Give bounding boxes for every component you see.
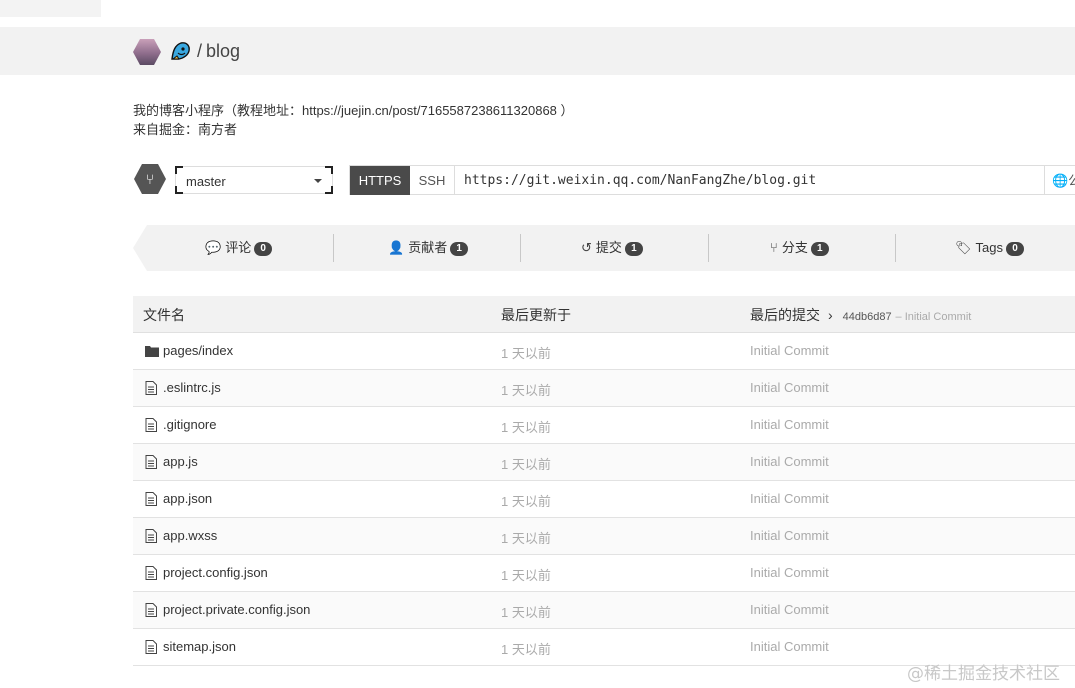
file-commit-message[interactable]: Initial Commit — [750, 343, 829, 358]
file-updated-time: 1 天以前 — [501, 531, 551, 546]
stat-contributors[interactable]: 👤 贡献者 1 — [388, 225, 469, 271]
folder-icon — [145, 346, 159, 357]
header-last-commit: 最后的提交 › 44db6d87 – Initial Commit — [750, 307, 972, 323]
file-commit-message[interactable]: Initial Commit — [750, 454, 829, 469]
branch-selected-value: master — [186, 174, 226, 189]
file-updated-time: 1 天以前 — [501, 605, 551, 620]
table-row[interactable]: .gitignore 1 天以前 Initial Commit — [133, 407, 1075, 444]
file-icon — [145, 381, 157, 395]
repo-stats-bar: 💬 评论 0 👤 贡献者 1 ↺ 提交 1 ⑂ 分支 1 🏷 Tags 0 — [133, 225, 1075, 271]
description-line-1: 我的博客小程序（教程地址：https://juejin.cn/post/7165… — [133, 103, 574, 118]
file-name-link[interactable]: sitemap.json — [163, 639, 236, 654]
tag-icon: 🏷 — [955, 240, 972, 255]
header-updated: 最后更新于 — [501, 307, 571, 323]
file-commit-message[interactable]: Initial Commit — [750, 491, 829, 506]
file-updated-time: 1 天以前 — [501, 420, 551, 435]
stat-comments[interactable]: 💬 评论 0 — [205, 225, 273, 271]
file-icon — [145, 455, 157, 469]
table-row[interactable]: app.json 1 天以前 Initial Commit — [133, 481, 1075, 518]
repo-header: / blog — [0, 27, 1075, 75]
file-updated-time: 1 天以前 — [501, 457, 551, 472]
table-row[interactable]: project.private.config.json 1 天以前 Initial … — [133, 592, 1075, 629]
user-icon: 👤 — [388, 240, 405, 255]
ssh-toggle-button[interactable]: SSH — [410, 166, 455, 195]
file-name-link[interactable]: pages/index — [163, 343, 233, 358]
file-updated-time: 1 天以前 — [501, 568, 551, 583]
count-badge: 1 — [810, 242, 829, 256]
visibility-indicator[interactable]: 🌐公 — [1044, 166, 1075, 195]
watermark: @稀土掘金技术社区 — [907, 664, 1060, 684]
table-row[interactable]: .eslintrc.js 1 天以前 Initial Commit — [133, 370, 1075, 407]
file-name-link[interactable]: app.wxss — [163, 528, 217, 543]
clone-url-bar: HTTPS SSH https://git.weixin.qq.com/NanF… — [349, 165, 1075, 195]
https-toggle-button[interactable]: HTTPS — [350, 166, 410, 195]
description-line-2: 来自掘金：南方者 — [133, 122, 238, 137]
table-row[interactable]: project.config.json 1 天以前 Initial Commit — [133, 555, 1075, 592]
file-commit-message[interactable]: Initial Commit — [750, 602, 829, 617]
count-badge: 0 — [254, 242, 273, 256]
file-name-link[interactable]: project.private.config.json — [163, 602, 310, 617]
mascot-icon[interactable] — [170, 41, 192, 61]
history-icon: ↺ — [581, 240, 592, 255]
file-icon — [145, 492, 157, 506]
count-badge: 1 — [624, 242, 643, 256]
branch-icon: ⑂ — [134, 164, 166, 194]
chevron-down-icon — [314, 179, 322, 183]
branch-icon: ⑂ — [770, 240, 778, 255]
count-badge: 0 — [1005, 242, 1024, 256]
file-table-header: 文件名 最后更新于 最后的提交 › 44db6d87 – Initial Commi… — [133, 296, 1075, 333]
table-row[interactable]: app.wxss 1 天以前 Initial Commit — [133, 518, 1075, 555]
stat-tags[interactable]: 🏷 Tags 0 — [955, 225, 1024, 271]
file-name-link[interactable]: .eslintrc.js — [163, 380, 221, 395]
file-commit-message[interactable]: Initial Commit — [750, 639, 829, 654]
globe-icon: 🌐 — [1052, 173, 1069, 188]
comment-icon: 💬 — [205, 240, 222, 255]
file-updated-time: 1 天以前 — [501, 642, 551, 657]
file-name-link[interactable]: project.config.json — [163, 565, 268, 580]
file-updated-time: 1 天以前 — [501, 346, 551, 361]
commit-message: – Initial Commit — [895, 311, 972, 323]
branch-selector[interactable]: master — [175, 166, 333, 194]
repo-description: 我的博客小程序（教程地址：https://juejin.cn/post/7165… — [133, 101, 574, 139]
file-updated-time: 1 天以前 — [501, 494, 551, 509]
count-badge: 1 — [450, 242, 469, 256]
repo-name-link[interactable]: blog — [206, 41, 240, 61]
stat-commits[interactable]: ↺ 提交 1 — [581, 225, 643, 271]
file-icon — [145, 529, 157, 543]
chevron-right-icon: › — [828, 307, 833, 323]
file-name-link[interactable]: app.json — [163, 491, 212, 506]
clone-url-input[interactable]: https://git.weixin.qq.com/NanFangZhe/blo… — [464, 166, 816, 195]
commit-hash-link[interactable]: 44db6d87 — [843, 311, 892, 323]
file-icon — [145, 640, 157, 654]
file-table: 文件名 最后更新于 最后的提交 › 44db6d87 – Initial Commi… — [133, 296, 1075, 666]
user-avatar[interactable] — [133, 39, 161, 65]
stat-branches[interactable]: ⑂ 分支 1 — [770, 225, 829, 271]
file-name-link[interactable]: app.js — [163, 454, 198, 469]
file-icon — [145, 603, 157, 617]
site-logo-area[interactable] — [0, 0, 101, 17]
file-commit-message[interactable]: Initial Commit — [750, 380, 829, 395]
table-row[interactable]: app.js 1 天以前 Initial Commit — [133, 444, 1075, 481]
table-row[interactable]: pages/index 1 天以前 Initial Commit — [133, 333, 1075, 370]
top-navbar — [0, 0, 1075, 28]
file-name-link[interactable]: .gitignore — [163, 417, 216, 432]
file-rows: pages/index 1 天以前 Initial Commit .eslintrc.… — [133, 333, 1075, 666]
file-updated-time: 1 天以前 — [501, 383, 551, 398]
path-separator: / — [197, 41, 203, 61]
file-commit-message[interactable]: Initial Commit — [750, 528, 829, 543]
file-icon — [145, 418, 157, 432]
file-commit-message[interactable]: Initial Commit — [750, 417, 829, 432]
file-commit-message[interactable]: Initial Commit — [750, 565, 829, 580]
header-filename: 文件名 — [143, 307, 185, 323]
file-icon — [145, 566, 157, 580]
repo-title: / blog — [197, 39, 240, 63]
